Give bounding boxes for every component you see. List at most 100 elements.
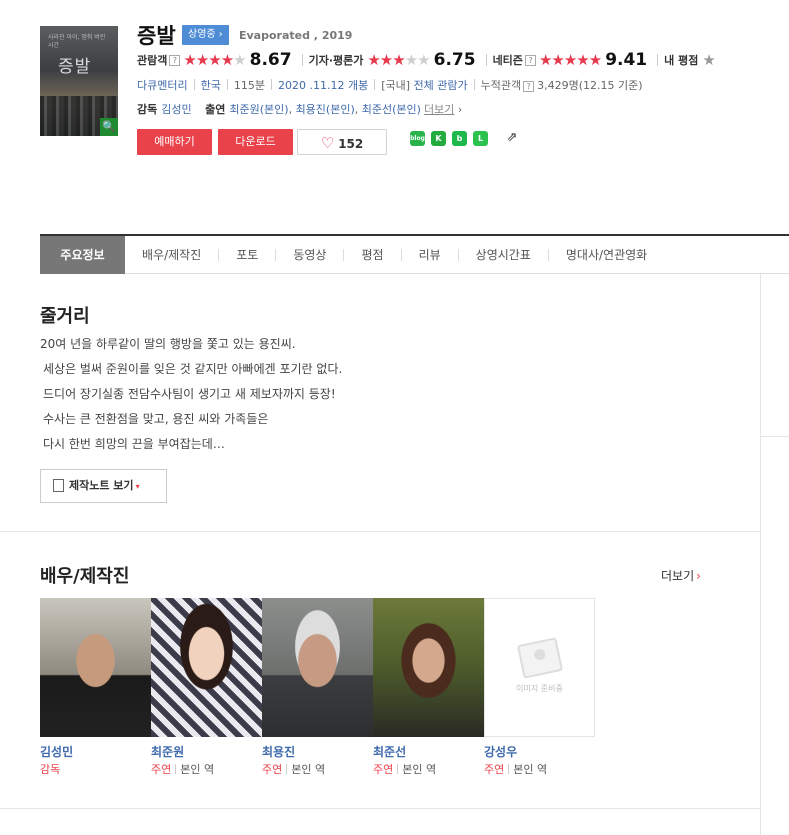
synopsis-line: 세상은 벌써 준원이를 잊은 것 같지만 아빠에겐 포기란 없다. xyxy=(43,362,343,376)
country-link[interactable]: 한국 xyxy=(201,79,221,92)
cast-role: 주연 본인 역 xyxy=(484,763,548,776)
cast-name[interactable]: 최준선 xyxy=(373,743,484,761)
band-share-icon[interactable]: b xyxy=(452,130,467,146)
synopsis-heading: 줄거리 xyxy=(40,306,90,327)
rating-score: 9.41 xyxy=(605,50,648,70)
rating-stars: ★★★★★ xyxy=(538,51,602,69)
rating-mine[interactable]: 내 평점 ★ xyxy=(664,51,719,69)
cast-more-label: 더보기 xyxy=(661,569,695,583)
heart-icon: ♡ xyxy=(320,134,335,152)
cast-photo-placeholder[interactable]: 이미지 준비중 xyxy=(484,598,595,737)
audience-count: 3,429명(12.15 기준) xyxy=(537,79,643,92)
like-button[interactable]: ♡ 152 xyxy=(297,129,387,155)
like-count: 152 xyxy=(338,137,364,151)
zoom-icon[interactable]: 🔍 xyxy=(100,118,118,136)
cast-role: 주연 본인 역 xyxy=(373,763,437,776)
genre-link[interactable]: 다큐멘터리 xyxy=(137,79,188,92)
cast-role: 주연 본인 역 xyxy=(262,763,326,776)
divider xyxy=(485,54,487,66)
cast-name[interactable]: 강성우 xyxy=(484,743,595,761)
rating-stars: ★★★★★ xyxy=(183,51,246,69)
synopsis-line: 20여 년을 하루같이 딸의 행방을 쫓고 있는 용진씨. xyxy=(40,337,296,351)
right-column-rule xyxy=(760,274,761,835)
production-notes-label: 제작노트 보기 xyxy=(69,479,134,492)
tab-video[interactable]: 동영상 xyxy=(276,236,343,274)
synopsis-text: 20여 년을 하루같이 딸의 행방을 쫓고 있는 용진씨. 세상은 벌써 준원이… xyxy=(40,332,740,457)
poster-title: 증발 xyxy=(58,57,92,77)
cast-link[interactable]: 최준선(본인) xyxy=(362,103,421,116)
document-icon xyxy=(53,479,64,492)
ratings-row: 관람객 ? ★★★★★ 8.67 기자·평론가 ★★★★★ 6.75 네티즌 ?… xyxy=(137,48,719,72)
chevron-right-icon: › xyxy=(457,103,463,116)
tab-photo[interactable]: 포토 xyxy=(219,236,275,274)
kakao-share-icon[interactable]: K xyxy=(431,130,446,146)
help-icon[interactable]: ? xyxy=(524,54,536,66)
poster-subtitle: 사라진 아이, 멈춰 버린 시간 xyxy=(48,34,106,49)
status-badge-label: 상영중 xyxy=(188,29,216,40)
rating-label: 관람객 xyxy=(137,54,168,67)
rating-label: 기자·평론가 xyxy=(308,54,364,67)
rating-stars: ★★★★★ xyxy=(367,51,430,69)
rating-stars[interactable]: ★ xyxy=(702,51,715,69)
credits-more-link[interactable]: 더보기 xyxy=(424,103,454,116)
download-button[interactable]: 다운로드 xyxy=(218,129,293,155)
share-row: blog K b L ⇗ xyxy=(410,130,526,146)
age-rating-link[interactable]: 전체 관람가 xyxy=(414,79,468,92)
cast-link[interactable]: 최준원(본인) xyxy=(229,103,288,116)
cast-item[interactable]: 최준선 주연 본인 역 xyxy=(373,598,484,779)
cast-label: 출연 xyxy=(205,103,226,116)
movie-info-line: 다큐멘터리 한국 115분 2020 .11.12 개봉 [국내] 전체 관람가 누적관객… xyxy=(137,77,643,93)
cast-item[interactable]: 최준원 주연 본인 역 xyxy=(151,598,262,779)
tab-rating[interactable]: 평점 xyxy=(344,236,400,274)
cast-item[interactable]: 이미지 준비중 강성우 주연 본인 역 xyxy=(484,598,595,779)
cast-item[interactable]: 최용진 주연 본인 역 xyxy=(262,598,373,779)
audience-label: 누적관객 xyxy=(480,79,522,92)
page-title: 증발 xyxy=(137,24,176,48)
cast-link[interactable]: 최용진(본인) xyxy=(296,103,355,116)
cast-name[interactable]: 최용진 xyxy=(262,743,373,761)
cast-photo[interactable] xyxy=(40,598,151,737)
status-badge[interactable]: 상영중 › xyxy=(182,25,229,45)
cast-more-link[interactable]: 더보기 › xyxy=(661,567,701,584)
production-notes-button[interactable]: 제작노트 보기 ▾ xyxy=(40,469,167,503)
no-image-text: 이미지 준비중 xyxy=(516,684,563,693)
synopsis-line: 수사는 큰 전환점을 맞고, 용진 씨와 가족들은 xyxy=(43,412,269,426)
caret-down-icon: ▾ xyxy=(135,482,140,491)
cast-name[interactable]: 최준원 xyxy=(151,743,262,761)
tab-showtimes[interactable]: 상영시간표 xyxy=(459,236,548,274)
tab-quotes-related[interactable]: 명대사/연관영화 xyxy=(549,236,664,274)
share-icon[interactable]: ⇗ xyxy=(504,130,520,146)
credits-line: 감독 김성민 출연 최준원(본인), 최용진(본인), 최준선(본인) 더보기 › xyxy=(137,103,463,116)
cast-photo[interactable] xyxy=(262,598,373,737)
tab-cast-crew[interactable]: 배우/제작진 xyxy=(125,236,218,274)
chevron-right-icon: › xyxy=(696,569,701,583)
tab-bar: 주요정보 배우/제작진 포토 동영상 평점 리뷰 상영시간표 명대사/연관영화 xyxy=(40,234,789,274)
synopsis-line: 드디어 장기실종 전담수사팀이 생기고 새 제보자까지 등장! xyxy=(43,387,336,401)
cast-role: 주연 본인 역 xyxy=(151,763,215,776)
divider xyxy=(657,54,659,66)
section-divider xyxy=(0,531,760,532)
divider xyxy=(301,54,303,66)
rating-score: 6.75 xyxy=(433,50,476,70)
reserve-button[interactable]: 예매하기 xyxy=(137,129,212,155)
cast-item[interactable]: 김성민 감독 xyxy=(40,598,151,779)
cast-list: 김성민 감독 최준원 주연 본인 역 최용진 주연 본인 역 최준선 주연 본인 역 … xyxy=(40,598,595,779)
chevron-right-icon: › xyxy=(218,29,223,40)
synopsis-line: 다시 한번 희망의 끈을 부여잡는데… xyxy=(43,437,225,451)
right-column-rule xyxy=(760,436,789,437)
cast-role: 감독 xyxy=(40,763,61,776)
tab-review[interactable]: 리뷰 xyxy=(402,236,458,274)
cast-photo[interactable] xyxy=(373,598,484,737)
help-icon[interactable]: ? xyxy=(523,81,535,92)
blog-share-icon[interactable]: blog xyxy=(410,130,425,146)
director-label: 감독 xyxy=(137,103,158,116)
cast-photo[interactable] xyxy=(151,598,262,737)
line-share-icon[interactable]: L xyxy=(473,130,488,146)
movie-poster[interactable]: 사라진 아이, 멈춰 버린 시간 증발 🔍 xyxy=(40,26,118,136)
tab-main-info[interactable]: 주요정보 xyxy=(40,235,125,274)
help-icon[interactable]: ? xyxy=(169,54,181,66)
rating-prefix: [국내] xyxy=(381,79,411,92)
director-link[interactable]: 김성민 xyxy=(161,103,191,116)
release-date-link[interactable]: 2020 .11.12 개봉 xyxy=(278,79,368,92)
cast-name[interactable]: 김성민 xyxy=(40,743,151,761)
